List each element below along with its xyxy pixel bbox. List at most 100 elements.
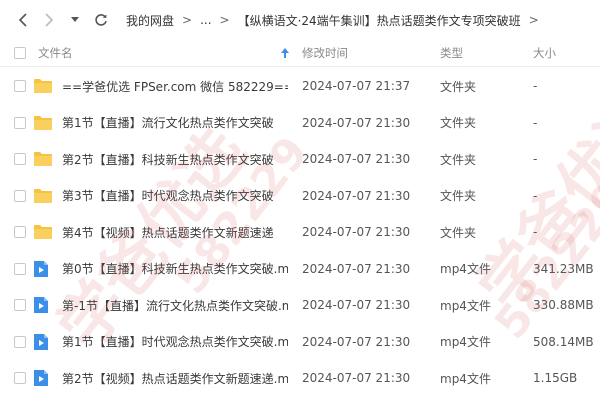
- row-checkbox[interactable]: [14, 226, 26, 238]
- modified-time: 2024-07-07 21:30: [302, 225, 411, 239]
- sort-ascending-icon[interactable]: [281, 40, 289, 66]
- folder-icon: [33, 141, 53, 177]
- file-name[interactable]: 第1节【直播】时代观念热点类作文突破.mp4: [62, 324, 288, 360]
- file-size: -: [533, 79, 538, 93]
- row-checkbox[interactable]: [14, 80, 26, 92]
- file-type: 文件夹: [440, 152, 477, 167]
- breadcrumb-separator: >: [528, 13, 539, 27]
- breadcrumb-item-ellipsis[interactable]: ...: [198, 13, 213, 27]
- file-size: 330.88MB: [533, 298, 594, 312]
- caret-down-icon: [71, 17, 79, 22]
- file-type: 文件夹: [440, 189, 477, 203]
- row-checkbox-cell[interactable]: [14, 178, 28, 214]
- file-size: 341.23MB: [533, 261, 594, 276]
- column-header-date-label: 修改时间: [302, 46, 348, 60]
- toolbar: 我的网盘 > ... > 【纵横语文·24端午集训】热点话题类作文专项突破班 >: [0, 0, 600, 40]
- folder-icon: [33, 214, 53, 250]
- file-size: -: [533, 225, 538, 239]
- back-button[interactable]: [12, 9, 34, 31]
- file-row[interactable]: 第0节【直播】科技新生热点类作文突破.mp4 2024-07-07 21:30 mp…: [0, 251, 600, 287]
- column-header-date[interactable]: 修改时间: [302, 40, 422, 66]
- file-list-header: 文件名 修改时间 类型 大小: [0, 40, 600, 67]
- column-header-size-label: 大小: [533, 46, 556, 60]
- row-checkbox-cell[interactable]: [14, 105, 28, 141]
- chevron-left-icon: [18, 13, 27, 27]
- file-type: mp4文件: [440, 262, 491, 276]
- folder-row[interactable]: 第1节【直播】流行文化热点类作文突破 2024-07-07 21:30 文件夹 -: [0, 105, 600, 141]
- file-name[interactable]: 第1节【直播】流行文化热点类作文突破: [62, 105, 288, 141]
- row-checkbox[interactable]: [14, 262, 26, 275]
- chevron-right-icon: [45, 13, 54, 27]
- file-type: 文件夹: [440, 225, 477, 240]
- modified-time: 2024-07-07 21:30: [302, 298, 411, 312]
- breadcrumb: 我的网盘 > ... > 【纵横语文·24端午集训】热点话题类作文专项突破班 >: [124, 12, 545, 29]
- file-name[interactable]: 第2节【直播】科技新生热点类作文突破: [62, 141, 288, 177]
- file-name[interactable]: 第-1节【直播】流行文化热点类作文突破.m...: [62, 287, 288, 323]
- folder-icon: [33, 68, 53, 104]
- breadcrumb-separator: >: [182, 13, 193, 27]
- column-header-name-label: 文件名: [38, 46, 73, 60]
- file-row[interactable]: 第2节【视频】热点话题类作文新题速递.mp4 2024-07-07 21:30 mp…: [0, 360, 600, 396]
- modified-time: 2024-07-07 21:30: [302, 152, 411, 166]
- row-checkbox[interactable]: [14, 335, 26, 348]
- column-header-type[interactable]: 类型: [440, 40, 510, 66]
- modified-time: 2024-07-07 21:30: [302, 115, 411, 130]
- row-checkbox-cell[interactable]: [14, 251, 28, 287]
- row-checkbox[interactable]: [14, 189, 26, 202]
- history-dropdown-button[interactable]: [64, 9, 86, 31]
- video-file-icon: [33, 251, 53, 287]
- breadcrumb-separator: >: [219, 13, 230, 27]
- column-header-name[interactable]: 文件名: [38, 40, 258, 66]
- refresh-button[interactable]: [90, 9, 112, 31]
- modified-time: 2024-07-07 21:30: [302, 371, 411, 385]
- file-type: mp4文件: [440, 335, 491, 349]
- file-type: 文件夹: [440, 116, 477, 130]
- row-checkbox-cell[interactable]: [14, 360, 28, 396]
- forward-button[interactable]: [38, 9, 60, 31]
- file-row[interactable]: 第1节【直播】时代观念热点类作文突破.mp4 2024-07-07 21:30 mp…: [0, 324, 600, 360]
- folder-icon: [33, 178, 53, 214]
- row-checkbox[interactable]: [14, 372, 26, 384]
- modified-time: 2024-07-07 21:30: [302, 334, 411, 349]
- video-file-icon: [33, 287, 53, 323]
- folder-icon: [33, 105, 53, 141]
- video-file-icon: [33, 360, 53, 396]
- file-name[interactable]: ==学爸优选 FPSer.com 微信 582229==: [62, 68, 288, 104]
- file-row[interactable]: 第-1节【直播】流行文化热点类作文突破.m... 2024-07-07 21:30…: [0, 287, 600, 323]
- file-size: -: [533, 115, 538, 130]
- row-checkbox-cell[interactable]: [14, 141, 28, 177]
- file-size: -: [533, 152, 538, 166]
- row-checkbox-cell[interactable]: [14, 324, 28, 360]
- video-file-icon: [33, 324, 53, 360]
- row-checkbox-cell[interactable]: [14, 68, 28, 104]
- file-type: mp4文件: [440, 298, 491, 313]
- file-type: 文件夹: [440, 79, 477, 94]
- modified-time: 2024-07-07 21:30: [302, 188, 411, 203]
- column-header-type-label: 类型: [440, 46, 463, 60]
- folder-row[interactable]: ==学爸优选 FPSer.com 微信 582229== 2024-07-07 2…: [0, 68, 600, 104]
- breadcrumb-item-current-folder[interactable]: 【纵横语文·24端午集训】热点话题类作文专项突破班: [236, 12, 523, 29]
- modified-time: 2024-07-07 21:30: [302, 261, 411, 276]
- folder-row[interactable]: 第3节【直播】时代观念热点类作文突破 2024-07-07 21:30 文件夹 -: [0, 178, 600, 214]
- column-header-size[interactable]: 大小: [533, 40, 599, 66]
- file-size: 508.14MB: [533, 334, 594, 349]
- file-size: -: [533, 188, 538, 203]
- file-type: mp4文件: [440, 371, 491, 386]
- select-all-checkbox-cell[interactable]: [14, 40, 28, 66]
- refresh-icon: [95, 14, 107, 26]
- breadcrumb-item-my-netdisk[interactable]: 我的网盘: [124, 12, 176, 29]
- file-name[interactable]: 第2节【视频】热点话题类作文新题速递.mp4: [62, 360, 288, 396]
- folder-row[interactable]: 第2节【直播】科技新生热点类作文突破 2024-07-07 21:30 文件夹 -: [0, 141, 600, 177]
- file-name[interactable]: 第0节【直播】科技新生热点类作文突破.mp4: [62, 251, 288, 287]
- file-size: 1.15GB: [533, 371, 578, 385]
- folder-row[interactable]: 第4节【视频】热点话题类作文新题速递 2024-07-07 21:30 文件夹 -: [0, 214, 600, 250]
- row-checkbox[interactable]: [14, 299, 26, 311]
- row-checkbox[interactable]: [14, 153, 26, 165]
- select-all-checkbox[interactable]: [14, 47, 26, 59]
- file-name[interactable]: 第4节【视频】热点话题类作文新题速递: [62, 214, 288, 250]
- row-checkbox-cell[interactable]: [14, 287, 28, 323]
- modified-time: 2024-07-07 21:37: [302, 79, 411, 93]
- file-name[interactable]: 第3节【直播】时代观念热点类作文突破: [62, 178, 288, 214]
- row-checkbox[interactable]: [14, 116, 26, 129]
- row-checkbox-cell[interactable]: [14, 214, 28, 250]
